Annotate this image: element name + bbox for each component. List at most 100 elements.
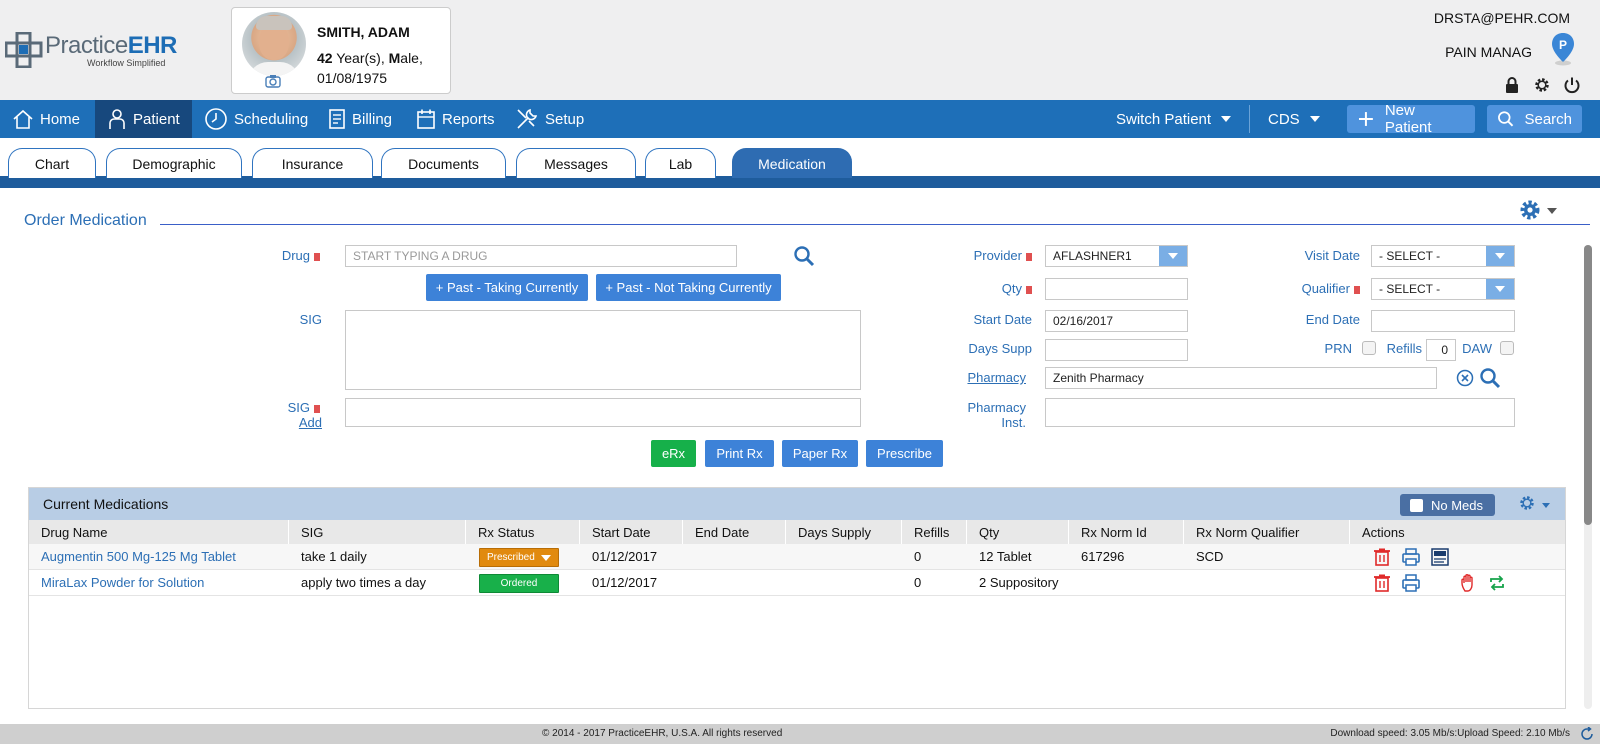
prescribe-button[interactable]: Prescribe [866, 440, 943, 467]
drug-name-link[interactable]: Augmentin 500 Mg-125 Mg Tablet [29, 544, 236, 569]
required-marker [1026, 252, 1032, 261]
past-not-taking-button[interactable]: + Past - Not Taking Currently [596, 274, 781, 301]
table-row[interactable]: MiraLax Powder for Solution apply two ti… [29, 570, 1565, 596]
tab-demographic[interactable]: Demographic [106, 148, 242, 178]
camera-icon[interactable] [265, 74, 281, 88]
nav-setup[interactable]: Setup [503, 100, 596, 138]
required-marker [1026, 285, 1032, 294]
pharmacy-inst-label: Pharmacy Inst. [967, 400, 1026, 430]
lock-icon[interactable] [1503, 76, 1521, 94]
chevron-down-icon[interactable] [1542, 503, 1550, 508]
end-date-input[interactable] [1371, 310, 1515, 332]
clear-icon[interactable] [1456, 369, 1474, 387]
drug-search-input[interactable]: START TYPING A DRUG [345, 245, 737, 267]
col-days-supply[interactable]: Days Supply [786, 520, 902, 544]
paper-rx-button[interactable]: Paper Rx [782, 440, 858, 467]
tab-messages[interactable]: Messages [516, 148, 636, 178]
sig-textarea[interactable] [345, 310, 861, 390]
power-icon[interactable] [1563, 76, 1581, 94]
drug-name-link[interactable]: MiraLax Powder for Solution [29, 570, 204, 595]
pharmacy-input[interactable]: Zenith Pharmacy [1045, 367, 1437, 389]
plus-icon [1358, 112, 1373, 126]
sig-add-link[interactable]: Add [250, 415, 322, 430]
panel-gear-icon[interactable] [1518, 494, 1536, 512]
col-drug-name[interactable]: Drug Name [29, 520, 289, 544]
tab-medication[interactable]: Medication [732, 148, 852, 178]
connection-speed: Download speed: 3.05 Mb/s:Upload Speed: … [1330, 728, 1570, 739]
practiceehr-logo[interactable]: PracticeEHR Workflow Simplified [5, 30, 185, 70]
refills-input[interactable]: 0 [1426, 339, 1456, 361]
provider-select[interactable]: AFLASHNER1 [1045, 245, 1188, 267]
tab-insurance[interactable]: Insurance [252, 148, 373, 178]
col-end-date[interactable]: End Date [683, 520, 786, 544]
nav-patient[interactable]: Patient [95, 100, 192, 138]
tab-chart[interactable]: Chart [8, 148, 96, 178]
col-sig[interactable]: SIG [289, 520, 466, 544]
pharmacy-search-icon[interactable] [1479, 367, 1501, 389]
nav-billing[interactable]: Billing [316, 100, 404, 138]
chevron-down-icon [1486, 246, 1514, 266]
days-supp-label: Days Supp [968, 341, 1032, 356]
invoice-icon [329, 109, 345, 129]
qty-input[interactable] [1045, 278, 1188, 300]
no-meds-toggle[interactable]: No Meds [1400, 494, 1495, 516]
location-pin-icon[interactable]: P [1550, 32, 1576, 66]
pharmacy-inst-input[interactable] [1045, 398, 1515, 427]
chevron-down-icon[interactable] [1547, 208, 1557, 214]
tools-icon [517, 108, 538, 129]
nav-reports[interactable]: Reports [404, 100, 507, 138]
col-rx-norm-qualifier[interactable]: Rx Norm Qualifier [1184, 520, 1350, 544]
delete-icon[interactable] [1372, 573, 1392, 593]
panel-title: Current Medications [43, 496, 169, 512]
rx-norm-qualifier-cell: SCD [1196, 549, 1224, 564]
new-patient-button[interactable]: New Patient [1347, 102, 1475, 136]
visit-date-select[interactable]: - SELECT - [1371, 245, 1515, 267]
end-date-cell [683, 544, 695, 569]
qualifier-select[interactable]: - SELECT - [1371, 278, 1515, 300]
search-icon [1498, 111, 1514, 127]
rx-norm-id-cell: 617296 [1081, 549, 1125, 564]
col-rx-norm-id[interactable]: Rx Norm Id [1069, 520, 1184, 544]
switch-patient-dropdown[interactable]: Switch Patient [1104, 100, 1243, 138]
tab-documents[interactable]: Documents [381, 148, 506, 178]
prn-checkbox[interactable] [1362, 341, 1376, 355]
patient-avatar [242, 12, 306, 76]
daw-checkbox[interactable] [1500, 341, 1514, 355]
col-qty[interactable]: Qty [967, 520, 1069, 544]
title-rule [160, 224, 1590, 225]
table-row[interactable]: Augmentin 500 Mg-125 Mg Tablet take 1 da… [29, 544, 1565, 570]
search-button[interactable]: Search [1487, 105, 1582, 133]
erx-icon[interactable] [1430, 547, 1450, 567]
print-rx-button[interactable]: Print Rx [705, 440, 774, 467]
gear-icon[interactable] [1533, 76, 1551, 94]
pharmacy-link[interactable]: Pharmacy [920, 370, 1026, 385]
nav-scheduling[interactable]: Scheduling [192, 100, 320, 138]
print-icon[interactable] [1401, 573, 1421, 593]
past-taking-currently-button[interactable]: + Past - Taking Currently [426, 274, 588, 301]
erx-button[interactable]: eRx [651, 440, 696, 467]
start-date-input[interactable]: 02/16/2017 [1045, 310, 1188, 332]
refresh-icon[interactable] [1580, 727, 1594, 741]
col-rx-status[interactable]: Rx Status [466, 520, 580, 544]
hand-stop-icon[interactable] [1459, 573, 1479, 593]
patient-card[interactable]: SMITH, ADAM 42 Year(s), Male, 01/08/1975 [231, 7, 451, 94]
sig-input[interactable] [345, 398, 861, 427]
scrollbar-thumb[interactable] [1584, 245, 1592, 525]
nav-home[interactable]: Home [0, 100, 92, 138]
print-icon[interactable] [1401, 547, 1421, 567]
tab-lab[interactable]: Lab [645, 148, 716, 178]
cds-dropdown[interactable]: CDS [1256, 100, 1332, 138]
user-email[interactable]: DRSTA@PEHR.COM [1434, 10, 1570, 26]
delete-icon[interactable] [1372, 547, 1392, 567]
settings-gear-icon[interactable] [1518, 198, 1542, 222]
renew-icon[interactable] [1487, 573, 1507, 593]
col-refills[interactable]: Refills [902, 520, 967, 544]
main-nav: Home Patient Scheduling Billing Reports … [0, 100, 1600, 138]
end-date-cell [683, 570, 695, 595]
days-supp-input[interactable] [1045, 339, 1188, 361]
rx-status-dropdown[interactable]: Prescribed [479, 548, 559, 567]
page-scrollbar[interactable] [1584, 245, 1592, 709]
col-start-date[interactable]: Start Date [580, 520, 683, 544]
drug-search-icon[interactable] [793, 245, 815, 267]
practice-name[interactable]: PAIN MANAG [1445, 44, 1532, 60]
